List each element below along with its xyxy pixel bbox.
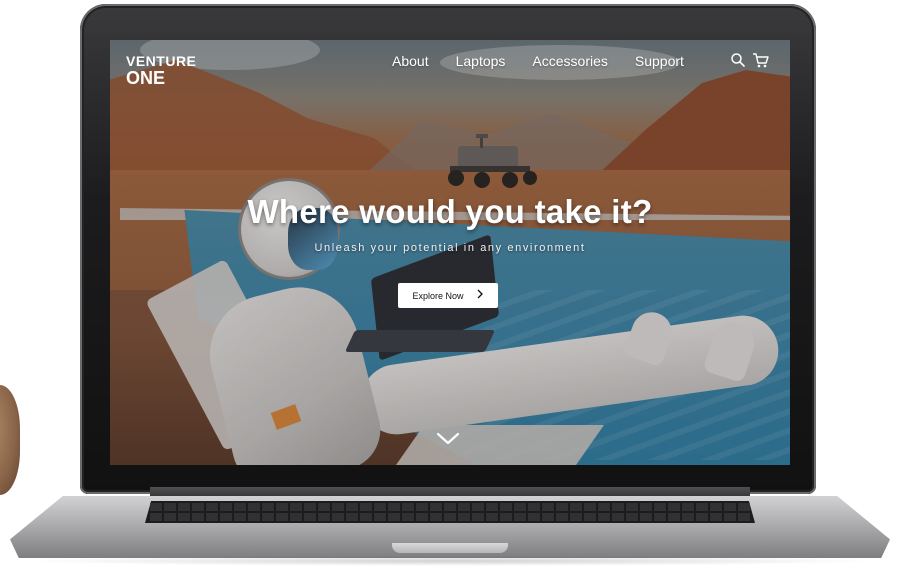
lid-opening-notch <box>392 543 508 553</box>
nav-item-about[interactable]: About <box>392 53 429 69</box>
decorative-object <box>0 385 20 495</box>
brand-line-2: ONE <box>126 68 166 88</box>
nav-item-accessories[interactable]: Accessories <box>532 53 607 69</box>
nav-item-laptops[interactable]: Laptops <box>456 53 506 69</box>
cta-label: Explore Now <box>412 290 464 301</box>
chevron-right-icon <box>476 289 484 302</box>
brand-logo[interactable]: VENTURE ONE <box>126 54 196 87</box>
chevron-down-icon[interactable] <box>436 432 460 446</box>
cart-icon[interactable] <box>752 52 769 68</box>
brand-line-1: VENTURE <box>126 53 197 69</box>
nav-item-support[interactable]: Support <box>635 53 684 69</box>
main-nav: About Laptops Accessories Support <box>392 53 684 69</box>
explore-now-button[interactable]: Explore Now <box>398 283 498 308</box>
keyboard-row-gap <box>150 511 750 513</box>
base-shadow <box>20 556 880 566</box>
header-icons <box>730 52 769 68</box>
hero-subheadline: Unleash your potential in any environmen… <box>314 242 586 254</box>
search-icon[interactable] <box>730 52 746 68</box>
hero-headline: Where would you take it? <box>247 193 653 230</box>
laptop-screen: VENTURE ONE About Laptops Accessories Su… <box>110 40 790 465</box>
